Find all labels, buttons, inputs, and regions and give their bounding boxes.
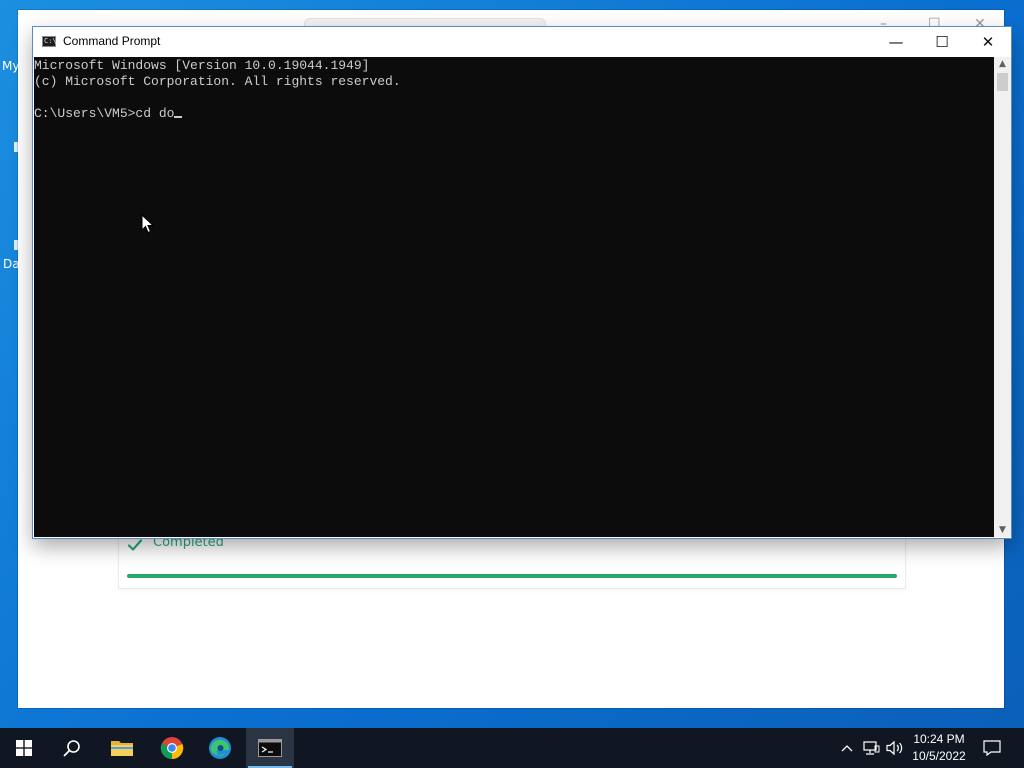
folder-icon [111,741,133,756]
checkmark-icon [128,539,142,551]
chevron-up-icon[interactable] [838,728,856,768]
taskbar-clock[interactable]: 10:24 PM 10/5/2022 [906,731,972,765]
console-line: Microsoft Windows [Version 10.0.19044.19… [34,58,370,73]
scroll-down-icon[interactable]: ▼ [994,523,1011,537]
volume-icon[interactable] [884,728,906,768]
minimize-button[interactable]: — [873,27,919,57]
vertical-scrollbar[interactable]: ▲ ▼ [994,57,1011,537]
start-button[interactable] [0,728,48,768]
progress-bar-fill [127,574,897,578]
console-line: (c) Microsoft Corporation. All rights re… [34,74,401,89]
file-explorer-button[interactable] [98,728,146,768]
command-input-text[interactable]: C:\Users\VM5>cd do [34,106,174,121]
action-center-icon[interactable] [978,728,1006,768]
console-icon [258,739,282,757]
text-cursor [174,116,183,118]
status-card: Completed [118,532,906,589]
search-icon [63,740,80,757]
clock-date: 10/5/2022 [912,749,966,763]
close-button[interactable]: ✕ [965,27,1011,57]
window-title: Command Prompt [63,34,161,48]
desktop-icon-label-1: My [2,59,20,73]
console-output[interactable]: Microsoft Windows [Version 10.0.19044.19… [34,57,994,537]
command-prompt-taskbar-button[interactable] [246,728,294,768]
command-input-line[interactable]: C:\Users\VM5>cd do [34,106,183,122]
progress-bar [127,574,897,578]
search-button[interactable] [48,728,96,768]
mouse-pointer-icon [141,214,155,234]
console-icon[interactable]: C:\ [42,36,57,47]
scroll-up-icon[interactable]: ▲ [994,57,1011,71]
chrome-icon [160,737,184,760]
chrome-button[interactable] [148,728,196,768]
network-icon[interactable] [860,728,882,768]
clock-time: 10:24 PM [913,732,965,746]
edge-button[interactable] [196,728,244,768]
taskbar: 10:24 PM 10/5/2022 [0,728,1024,768]
title-bar[interactable]: C:\ Command Prompt — ☐ ✕ [33,27,1011,57]
maximize-button[interactable]: ☐ [919,27,965,57]
command-prompt-window[interactable]: C:\ Command Prompt — ☐ ✕ Microsoft Windo… [33,27,1011,538]
windows-logo-icon [16,740,32,756]
edge-icon [209,737,231,759]
scroll-thumb[interactable] [997,73,1008,91]
